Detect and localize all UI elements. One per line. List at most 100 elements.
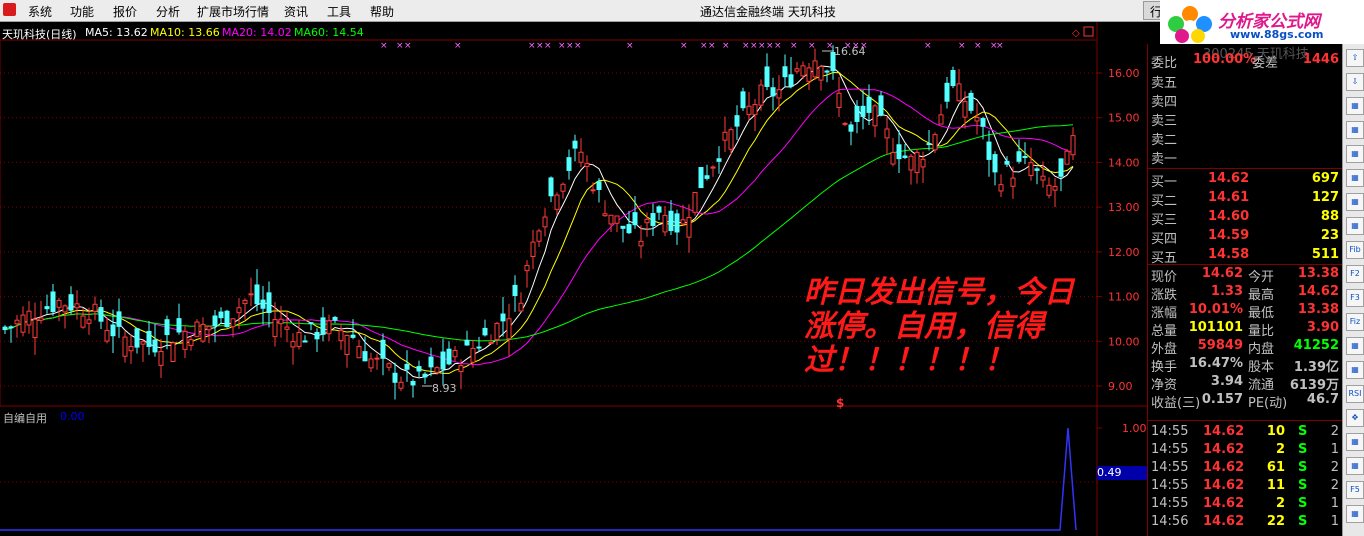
candle-body xyxy=(314,331,320,340)
fiz-icon[interactable]: Fiz xyxy=(1346,313,1364,331)
candle-body xyxy=(884,128,890,139)
candle-body xyxy=(146,330,152,347)
candle-body xyxy=(824,70,830,73)
candle-body xyxy=(878,95,884,116)
curve-icon[interactable]: ▦ xyxy=(1346,337,1364,355)
logo-url: www.88gs.com xyxy=(1230,28,1324,41)
candle-body xyxy=(434,367,440,373)
quote-row: 总量 101101 量比 3.90 xyxy=(1148,320,1343,339)
candle-body xyxy=(944,82,950,102)
menu-tools[interactable]: 工具 xyxy=(327,3,351,20)
signal-x-mark: × xyxy=(380,41,388,51)
menu-function[interactable]: 功能 xyxy=(70,3,94,20)
candle-body xyxy=(92,303,98,312)
bars2-icon[interactable]: ▦ xyxy=(1346,433,1364,451)
window2-icon[interactable]: ▦ xyxy=(1346,361,1364,379)
line-chart-icon[interactable]: ▦ xyxy=(1346,145,1364,163)
candle-body xyxy=(1058,158,1064,177)
tick-row: 14:55 14.62 61 S 2 xyxy=(1148,460,1343,478)
menu-analysis[interactable]: 分析 xyxy=(156,3,180,20)
candle-body xyxy=(806,67,812,82)
bar-chart-icon[interactable]: ▦ xyxy=(1346,97,1364,115)
ask-label: 卖二 xyxy=(1151,133,1178,148)
tick-count: 2 xyxy=(1330,424,1339,439)
quote-value-2: 3.90 xyxy=(1306,320,1339,335)
menu-help[interactable]: 帮助 xyxy=(370,3,394,20)
tick-price: 14.62 xyxy=(1203,460,1245,475)
candle-body xyxy=(200,323,206,342)
candle-body xyxy=(248,293,254,296)
candle-body xyxy=(464,339,470,346)
signal-x-mark: × xyxy=(974,41,982,51)
menu-extended-market[interactable]: 扩展市场行情 xyxy=(197,3,269,20)
candle-body xyxy=(656,206,662,213)
fib-icon[interactable]: Fib xyxy=(1346,241,1364,259)
candle-body xyxy=(818,66,824,81)
menu-quote[interactable]: 报价 xyxy=(113,3,137,20)
f3-icon[interactable]: F3 xyxy=(1346,289,1364,307)
menu-info[interactable]: 资讯 xyxy=(284,3,308,20)
candle-body xyxy=(470,347,476,363)
candle-body xyxy=(680,219,686,225)
dots-icon[interactable]: ▦ xyxy=(1346,217,1364,235)
candle-body xyxy=(692,192,698,213)
quote-value: 0.157 xyxy=(1201,392,1243,407)
tick-price: 14.62 xyxy=(1203,478,1245,493)
candle-body xyxy=(950,70,956,87)
cross-icon[interactable]: ✥ xyxy=(1346,409,1364,427)
bid-price: 14.62 xyxy=(1208,171,1250,186)
candle-body xyxy=(992,154,998,173)
candle-body xyxy=(638,240,644,247)
candle-body xyxy=(194,321,200,338)
signal-x-mark: × xyxy=(826,41,834,51)
window-icon[interactable]: ▦ xyxy=(1346,121,1364,139)
f5-icon[interactable]: F5 xyxy=(1346,481,1364,499)
quote-value-2: 13.38 xyxy=(1297,302,1339,317)
signal-x-mark: × xyxy=(626,41,634,51)
quote-value-2: 14.62 xyxy=(1297,284,1339,299)
window3-icon[interactable]: ▦ xyxy=(1346,457,1364,475)
ask-row: 卖四 xyxy=(1148,91,1343,110)
candle-body xyxy=(740,91,746,109)
quote-label-2: 流通 xyxy=(1248,378,1275,393)
candles-icon[interactable]: ▦ xyxy=(1346,193,1364,211)
f2-icon[interactable]: F2 xyxy=(1346,265,1364,283)
quote-label-2: 最高 xyxy=(1248,288,1275,303)
tick-price: 14.62 xyxy=(1203,514,1245,529)
candle-body xyxy=(536,230,542,242)
candle-body xyxy=(938,114,944,125)
candle-body xyxy=(158,350,164,366)
candle-body xyxy=(896,144,902,160)
candle-body xyxy=(578,151,584,163)
candle-body xyxy=(788,74,794,87)
subchart-marker-value: 0.49 xyxy=(1097,466,1122,479)
app-icon[interactable] xyxy=(3,3,16,16)
quote-value-2: 41252 xyxy=(1293,338,1339,353)
down-arrow-icon[interactable]: ⇩ xyxy=(1346,73,1364,91)
tick-count: 1 xyxy=(1330,496,1339,511)
chart-icon[interactable]: ▦ xyxy=(1346,505,1364,523)
bid-label: 买四 xyxy=(1151,232,1178,247)
signal-x-mark: × xyxy=(574,41,582,51)
menu-system[interactable]: 系统 xyxy=(28,3,52,20)
candle-body xyxy=(770,87,776,97)
trend-icon[interactable]: ▦ xyxy=(1346,169,1364,187)
rsi-icon[interactable]: RSI xyxy=(1346,385,1364,403)
candle-body xyxy=(776,89,782,99)
candle-body xyxy=(68,294,74,311)
signal-x-mark: × xyxy=(404,41,412,51)
candle-body xyxy=(662,214,668,233)
bid-volume: 88 xyxy=(1320,209,1339,224)
tick-price: 14.62 xyxy=(1203,424,1245,439)
high-price-marker: 16.64 xyxy=(834,45,866,58)
tick-direction: S xyxy=(1298,424,1308,439)
candle-body xyxy=(230,318,236,328)
quote-label: 总量 xyxy=(1151,324,1178,339)
candle-body xyxy=(542,216,548,228)
quote-value: 101101 xyxy=(1188,320,1243,335)
quote-panel: 300245 天玑科技 委比 100.00% 委差 1446 卖五 卖四 卖三 卖二 卖一 买一 14… xyxy=(1147,44,1343,536)
candle-body xyxy=(332,316,338,321)
candle-body xyxy=(812,60,818,78)
up-arrow-icon[interactable]: ⇧ xyxy=(1346,49,1364,67)
candle-body xyxy=(860,105,866,117)
